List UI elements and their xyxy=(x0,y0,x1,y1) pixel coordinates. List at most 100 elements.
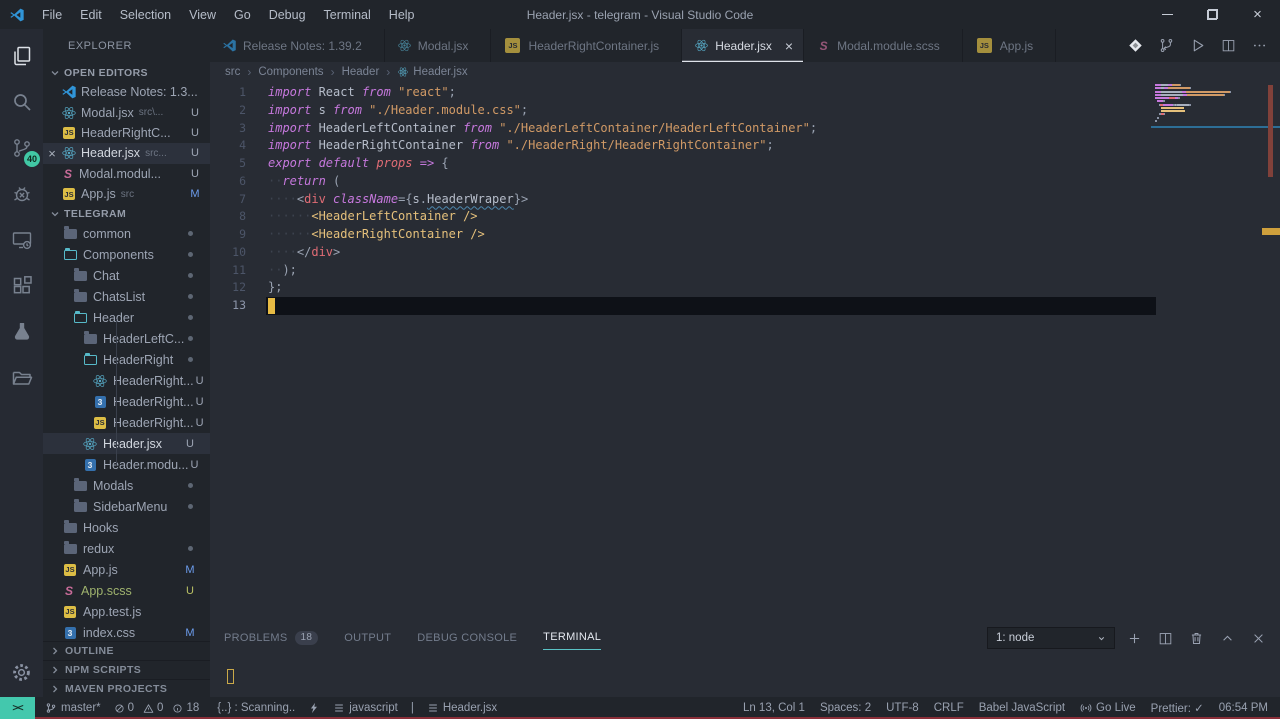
menu-terminal[interactable]: Terminal xyxy=(315,8,380,22)
code-line-12[interactable]: 12}; xyxy=(210,279,1155,297)
tree-item-headerright[interactable]: HeaderRight... U xyxy=(43,370,210,391)
section-maven-projects[interactable]: MAVEN PROJECTS xyxy=(43,678,210,697)
window-restore-button[interactable] xyxy=(1190,0,1235,29)
menu-view[interactable]: View xyxy=(180,8,225,22)
git-branch[interactable]: master* xyxy=(45,702,101,714)
cursor-position[interactable]: Ln 13, Col 1 xyxy=(743,702,805,714)
lightning[interactable] xyxy=(308,702,320,714)
panel-tab-problems[interactable]: PROBLEMS 18 xyxy=(224,630,319,650)
separator[interactable]: | xyxy=(411,702,414,714)
terminal-picker[interactable]: 1: node xyxy=(987,627,1115,649)
tab-app-js[interactable]: JS App.js xyxy=(962,29,1057,62)
close-editor-icon[interactable]: × xyxy=(43,146,61,161)
tree-item-hooks[interactable]: Hooks xyxy=(43,517,210,538)
breadcrumb-src[interactable]: src xyxy=(225,66,240,78)
breadcrumb-components[interactable]: Components xyxy=(258,66,323,78)
tree-item-index-css[interactable]: 3 index.css M xyxy=(43,622,210,641)
kill-terminal-button[interactable] xyxy=(1184,626,1208,650)
panel-tab-debug-console[interactable]: DEBUG CONSOLE xyxy=(417,630,517,650)
tree-item-app-scss[interactable]: S App.scss U xyxy=(43,580,210,601)
close-tab-icon[interactable]: × xyxy=(785,38,793,54)
activity-extensions[interactable] xyxy=(0,263,43,309)
maximize-panel-button[interactable] xyxy=(1215,626,1239,650)
menu-file[interactable]: File xyxy=(33,8,71,22)
indentation[interactable]: Spaces: 2 xyxy=(820,702,871,714)
project-header[interactable]: TELEGRAM xyxy=(43,204,210,223)
tree-item-modals[interactable]: Modals xyxy=(43,475,210,496)
menu-help[interactable]: Help xyxy=(380,8,424,22)
breadcrumb-header[interactable]: Header xyxy=(342,66,380,78)
activity-source-control[interactable]: 40 xyxy=(0,125,43,171)
code-line-3[interactable]: 3 import HeaderLeftContainer from "./Head… xyxy=(210,120,1155,138)
language-mode[interactable]: Babel JavaScript xyxy=(979,702,1065,714)
open-editor-modal-modul[interactable]: S Modal.modul... U xyxy=(43,164,210,184)
tree-item-common[interactable]: common xyxy=(43,223,210,244)
tree-item-headerright[interactable]: HeaderRight xyxy=(43,349,210,370)
go-live[interactable]: Go Live xyxy=(1080,702,1136,714)
code-line-6[interactable]: 6 ··return ( xyxy=(210,173,1155,191)
code-line-10[interactable]: 10 ····</div> xyxy=(210,244,1155,262)
tab-header-jsx[interactable]: Header.jsx × xyxy=(682,29,805,62)
remote-indicator[interactable]: >< xyxy=(0,697,35,719)
menu-debug[interactable]: Debug xyxy=(260,8,315,22)
close-panel-button[interactable] xyxy=(1246,626,1270,650)
code-line-9[interactable]: 9 ······<HeaderRightContainer /> xyxy=(210,226,1155,244)
section-npm-scripts[interactable]: NPM SCRIPTS xyxy=(43,660,210,679)
tree-item-chat[interactable]: Chat xyxy=(43,265,210,286)
problems-summary[interactable]: 0 0 18 xyxy=(114,702,205,714)
tab-release-notes-1-39-2[interactable]: Release Notes: 1.39.2 xyxy=(210,29,385,62)
open-editor-release-notes-1-3[interactable]: Release Notes: 1.3... xyxy=(43,82,210,102)
activity-test-explorer[interactable] xyxy=(0,309,43,355)
code-line-11[interactable]: 11 ··); xyxy=(210,262,1155,280)
code-line-4[interactable]: 4 import HeaderRightContainer from "./Hea… xyxy=(210,137,1155,155)
menu-go[interactable]: Go xyxy=(225,8,260,22)
tree-item-components[interactable]: Components xyxy=(43,244,210,265)
clock[interactable]: 06:54 PM xyxy=(1219,702,1268,714)
menu-edit[interactable]: Edit xyxy=(71,8,111,22)
tree-item-app-js[interactable]: JS App.js M xyxy=(43,559,210,580)
outline-header[interactable]: Header.jsx xyxy=(427,702,497,714)
tree-item-sidebarmenu[interactable]: SidebarMenu xyxy=(43,496,210,517)
open-editor-app-js[interactable]: JS App.js src M xyxy=(43,184,210,204)
eol[interactable]: CRLF xyxy=(934,702,964,714)
settings-button[interactable] xyxy=(10,661,33,687)
open-changes-button[interactable] xyxy=(1153,33,1179,59)
run-button[interactable] xyxy=(1184,33,1210,59)
panel-tab-terminal[interactable]: TERMINAL xyxy=(543,630,602,650)
split-terminal-button[interactable] xyxy=(1153,626,1177,650)
activity-remote-explorer[interactable] xyxy=(0,217,43,263)
split-editor-button[interactable] xyxy=(1215,33,1241,59)
window-close-button[interactable]: × xyxy=(1235,0,1280,29)
tree-item-header-jsx[interactable]: Header.jsx U xyxy=(43,433,210,455)
tree-item-headerright[interactable]: 3 HeaderRight... U xyxy=(43,391,210,412)
tree-item-chatslist[interactable]: ChatsList xyxy=(43,286,210,307)
open-editors-header[interactable]: OPEN EDITORS xyxy=(43,63,210,82)
code-line-7[interactable]: 7 ····<div className={s.HeaderWraper}> xyxy=(210,191,1155,209)
breadcrumb-header-jsx[interactable]: Header.jsx xyxy=(397,66,468,78)
tree-item-headerleftc[interactable]: HeaderLeftC... xyxy=(43,328,210,349)
tree-item-redux[interactable]: redux xyxy=(43,538,210,559)
code-editor[interactable]: 1 import React from "react"; 2 import s fro… xyxy=(210,82,1156,315)
tree-item-header-modu[interactable]: 3 Header.modu... U xyxy=(43,454,210,475)
tree-item-headerright[interactable]: JS HeaderRight... U xyxy=(43,412,210,433)
open-editor-headerrightc[interactable]: JS HeaderRightC... U xyxy=(43,123,210,143)
new-terminal-button[interactable] xyxy=(1122,626,1146,650)
format-diamond-button[interactable] xyxy=(1122,33,1148,59)
scanning[interactable]: {..} : Scanning.. xyxy=(217,702,295,714)
activity-search[interactable] xyxy=(0,79,43,125)
tree-item-header[interactable]: Header xyxy=(43,307,210,328)
prettier[interactable]: Prettier: ✓ xyxy=(1151,701,1204,715)
panel-tab-output[interactable]: OUTPUT xyxy=(344,630,391,650)
activity-project-manager[interactable] xyxy=(0,355,43,401)
encoding[interactable]: UTF-8 xyxy=(886,702,919,714)
code-line-13[interactable]: 13 xyxy=(210,297,1156,315)
tab-modal-jsx[interactable]: Modal.jsx xyxy=(384,29,492,62)
activity-debug[interactable] xyxy=(0,171,43,217)
code-line-2[interactable]: 2 import s from "./Header.module.css"; xyxy=(210,102,1155,120)
open-editor-header-jsx[interactable]: × Header.jsx src... U xyxy=(43,143,210,164)
more-actions-button[interactable] xyxy=(1246,33,1272,59)
code-line-1[interactable]: 1 import React from "react"; xyxy=(210,84,1155,102)
code-line-8[interactable]: 8 ······<HeaderLeftContainer /> xyxy=(210,208,1155,226)
tab-headerrightcontainer-js[interactable]: JS HeaderRightContainer.js xyxy=(491,29,683,62)
language-javascript[interactable]: javascript xyxy=(333,702,398,714)
